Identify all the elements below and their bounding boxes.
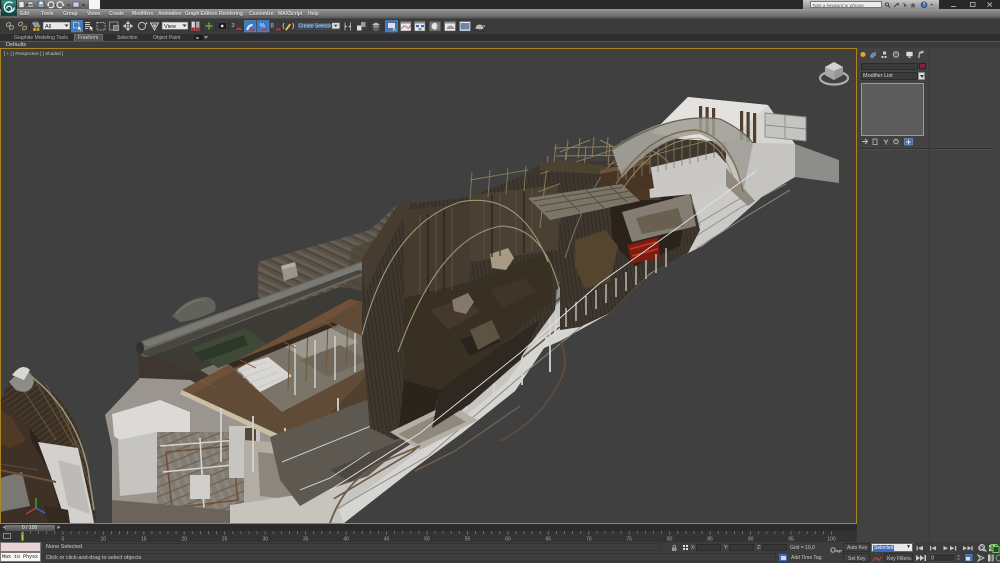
svg-text:35: 35: [303, 537, 309, 542]
svg-text:All: All: [45, 23, 51, 29]
svg-text:80: 80: [667, 537, 673, 542]
svg-text:30: 30: [262, 537, 268, 542]
svg-text:65: 65: [546, 537, 552, 542]
svg-text:3: 3: [232, 23, 235, 29]
svg-text:60: 60: [505, 537, 511, 542]
svg-text:40: 40: [343, 537, 349, 542]
svg-text:45: 45: [384, 537, 390, 542]
svg-text:50: 50: [424, 537, 430, 542]
svg-text:100: 100: [827, 537, 836, 542]
svg-text:95: 95: [788, 537, 794, 542]
svg-text:90: 90: [748, 537, 754, 542]
svg-text:5: 5: [62, 537, 65, 542]
svg-text:70: 70: [586, 537, 592, 542]
svg-text:10: 10: [101, 537, 107, 542]
svg-text:%: %: [260, 22, 266, 29]
svg-text:55: 55: [465, 537, 471, 542]
svg-text:View: View: [164, 23, 176, 29]
svg-text:?: ?: [923, 3, 926, 9]
svg-text:8: 8: [271, 23, 275, 29]
svg-text:85: 85: [707, 537, 713, 542]
svg-text:15: 15: [141, 537, 147, 542]
svg-text:25: 25: [222, 537, 228, 542]
svg-text:75: 75: [626, 537, 632, 542]
svg-text:0: 0: [931, 556, 934, 562]
svg-text:20: 20: [181, 537, 187, 542]
